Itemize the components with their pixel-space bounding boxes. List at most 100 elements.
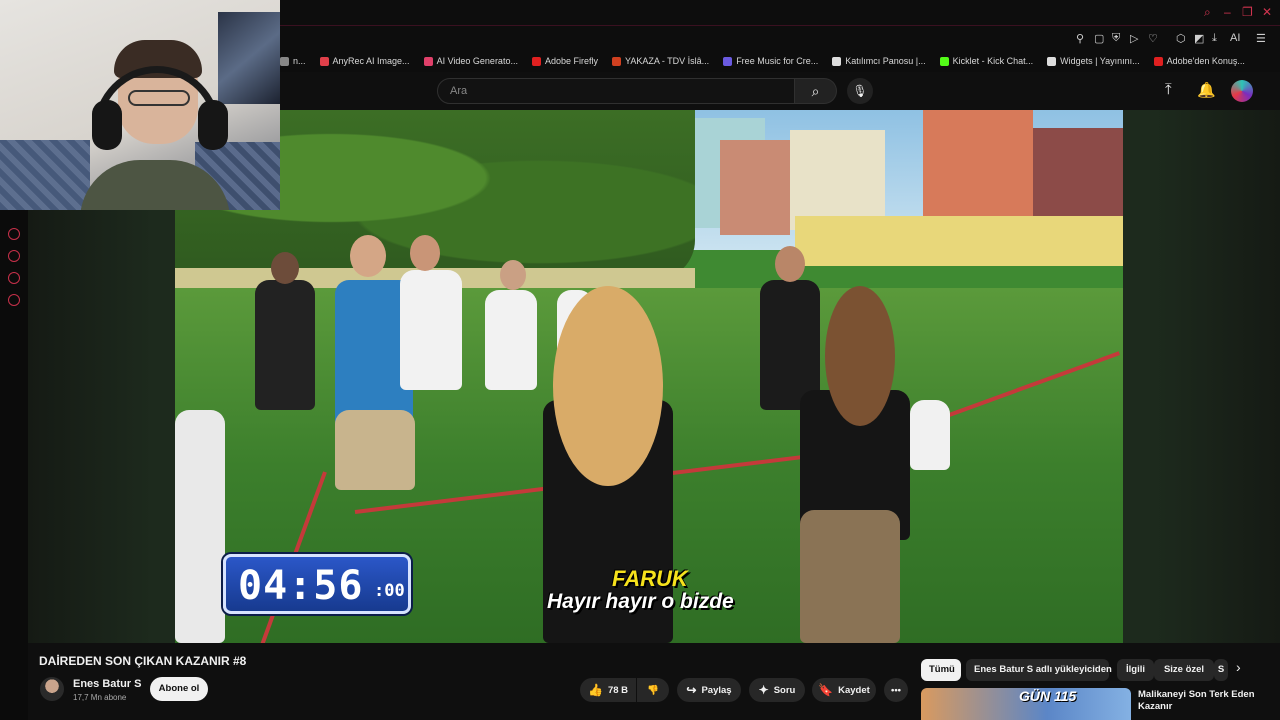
more-icon: ••• xyxy=(891,684,901,696)
account-avatar[interactable] xyxy=(1231,80,1253,102)
profile-icon[interactable]: ◩ xyxy=(1194,32,1204,45)
person xyxy=(400,270,462,390)
bookmark-item[interactable]: Katılımcı Panosu |... xyxy=(832,56,926,66)
bookmark-favicon-icon xyxy=(723,56,733,66)
browser-titlebar: ⌕ – ❐ ✕ xyxy=(280,0,1280,26)
channel-avatar[interactable] xyxy=(40,677,64,701)
person-head xyxy=(775,246,805,282)
search-button[interactable]: ⌕ xyxy=(795,78,837,104)
thumbs-up-icon: 👍 xyxy=(587,683,603,697)
screenshot-icon[interactable]: ▢ xyxy=(1094,32,1104,45)
stadium-stand xyxy=(795,216,1123,266)
heart-icon[interactable]: ♡ xyxy=(1148,32,1158,45)
bookmark-item[interactable]: n... xyxy=(280,56,306,66)
bookmarks-bar: n... AnyRec AI Image... AI Video Generato.… xyxy=(280,50,1280,72)
youtube-topbar: Ara ⌕ 🎙 ⤒ 🔔 xyxy=(280,72,1280,110)
extensions-icon[interactable]: ⬡ xyxy=(1176,32,1186,45)
bookmark-favicon-icon xyxy=(939,56,949,66)
filter-chip[interactable]: S xyxy=(1214,659,1228,681)
bookmark-label: Adobe'den Konuş... xyxy=(1166,56,1245,66)
play-icon[interactable]: ▷ xyxy=(1130,32,1138,45)
bookmark-label: YAKAZA - TDV İslâ... xyxy=(624,56,710,66)
ask-label: Soru xyxy=(773,684,796,696)
upload-icon[interactable]: ⤒ xyxy=(1165,81,1172,98)
video-player[interactable]: 04:56 :00 FARUK Hayır hayır o bizde xyxy=(175,110,1123,643)
bookmark-item[interactable]: Free Music for Cre... xyxy=(723,56,818,66)
filter-chip[interactable]: İlgili xyxy=(1117,659,1154,681)
thumbnail-badge: GÜN 115 xyxy=(1019,688,1077,704)
bookmark-icon: 🔖 xyxy=(818,683,834,697)
dislike-button[interactable]: 👎 xyxy=(637,678,669,702)
bookmark-favicon-icon xyxy=(611,56,621,66)
bookmark-favicon-icon xyxy=(423,56,433,66)
like-count: 78 B xyxy=(607,684,629,696)
shield-icon[interactable]: ⛨ xyxy=(1112,32,1120,45)
bookmark-label: Free Music for Cre... xyxy=(736,56,819,66)
channel-name[interactable]: Enes Batur S xyxy=(73,678,141,690)
recommended-thumbnail[interactable]: GÜN 115 xyxy=(921,688,1131,720)
timer-main: 04:56 xyxy=(238,563,364,609)
building xyxy=(790,130,885,230)
sparkle-icon: ✦ xyxy=(758,683,769,697)
building xyxy=(1033,128,1123,228)
bookmark-label: AI Video Generato... xyxy=(436,56,518,66)
voice-search-button[interactable]: 🎙 xyxy=(847,78,873,104)
filter-chip[interactable]: Size özel xyxy=(1154,659,1214,681)
like-button[interactable]: 👍 78 B xyxy=(580,678,636,702)
subscribe-button[interactable]: Abone ol xyxy=(150,677,208,701)
ai-icon[interactable]: AI xyxy=(1230,32,1240,44)
filter-chip[interactable]: Enes Batur S adlı yükleyiciden xyxy=(966,659,1112,681)
filter-chip[interactable]: Tümü xyxy=(921,659,961,681)
send-icon[interactable] xyxy=(8,272,20,284)
search-icon[interactable]: ⌕ xyxy=(1204,5,1211,20)
bookmark-item[interactable]: Kicklet - Kick Chat... xyxy=(939,56,1034,66)
download-icon[interactable]: ⤓ xyxy=(1212,32,1217,45)
menu-icon[interactable]: ☰ xyxy=(1256,32,1266,45)
bed-sheet xyxy=(0,140,90,210)
share-label: Paylaş xyxy=(701,684,732,696)
minimize-button[interactable]: – xyxy=(1224,5,1231,19)
headphones-cup-right xyxy=(198,100,228,150)
person xyxy=(910,400,950,470)
bookmark-item[interactable]: Widgets | Yayınını... xyxy=(1047,56,1140,66)
person-hair xyxy=(553,286,663,486)
bookmark-item[interactable]: Adobe'den Konuş... xyxy=(1153,56,1245,66)
bookmark-favicon-icon xyxy=(832,56,842,66)
clock-icon[interactable] xyxy=(8,250,20,262)
countdown-timer: 04:56 :00 xyxy=(223,554,411,614)
side-dock xyxy=(0,210,28,720)
building xyxy=(720,140,790,235)
bookmark-favicon-icon xyxy=(319,56,329,66)
bookmark-item[interactable]: AI Video Generato... xyxy=(423,56,518,66)
bookmark-label: n... xyxy=(293,56,306,66)
person-hair xyxy=(825,286,895,426)
close-button[interactable]: ✕ xyxy=(1262,5,1272,19)
webcam-overlay xyxy=(0,0,280,210)
more-actions-button[interactable]: ••• xyxy=(884,678,908,702)
save-label: Kaydet xyxy=(838,684,870,696)
person xyxy=(255,280,315,410)
bookmark-item[interactable]: Adobe Firefly xyxy=(531,56,598,66)
ask-button[interactable]: ✦ Soru xyxy=(749,678,805,702)
share-button[interactable]: ↪ Paylaş xyxy=(677,678,741,702)
bell-icon[interactable]: 🔔 xyxy=(1197,81,1216,99)
person-head xyxy=(350,235,386,277)
bookmark-label: Kicklet - Kick Chat... xyxy=(952,56,1034,66)
chevron-right-icon[interactable]: › xyxy=(1236,659,1241,675)
browser-toolbar: ⚲ ▢ ⛨ ▷ ♡ ⬡ ◩ ⤓ AI ☰ xyxy=(280,26,1280,50)
video-info: DAİREDEN SON ÇIKAN KAZANIR #8 Enes Batur… xyxy=(28,643,1280,720)
bookmark-item[interactable]: YAKAZA - TDV İslâ... xyxy=(611,56,710,66)
maximize-button[interactable]: ❐ xyxy=(1242,5,1253,19)
recommended-title[interactable]: Malikaneyi Son Terk Eden Kazanır xyxy=(1138,689,1273,713)
bookmark-favicon-icon xyxy=(280,56,289,66)
bookmark-item[interactable]: AnyRec AI Image... xyxy=(319,56,410,66)
pin-icon[interactable]: ⚲ xyxy=(1076,32,1084,45)
save-button[interactable]: 🔖 Kaydet xyxy=(812,678,876,702)
dock-icon[interactable] xyxy=(8,228,20,240)
person xyxy=(335,410,415,490)
bookmark-label: Katılımcı Panosu |... xyxy=(845,56,926,66)
subscriber-count: 17,7 Mn abone xyxy=(73,693,127,702)
settings-icon[interactable] xyxy=(8,294,20,306)
search-input[interactable]: Ara xyxy=(437,78,795,104)
shirt xyxy=(80,160,230,210)
